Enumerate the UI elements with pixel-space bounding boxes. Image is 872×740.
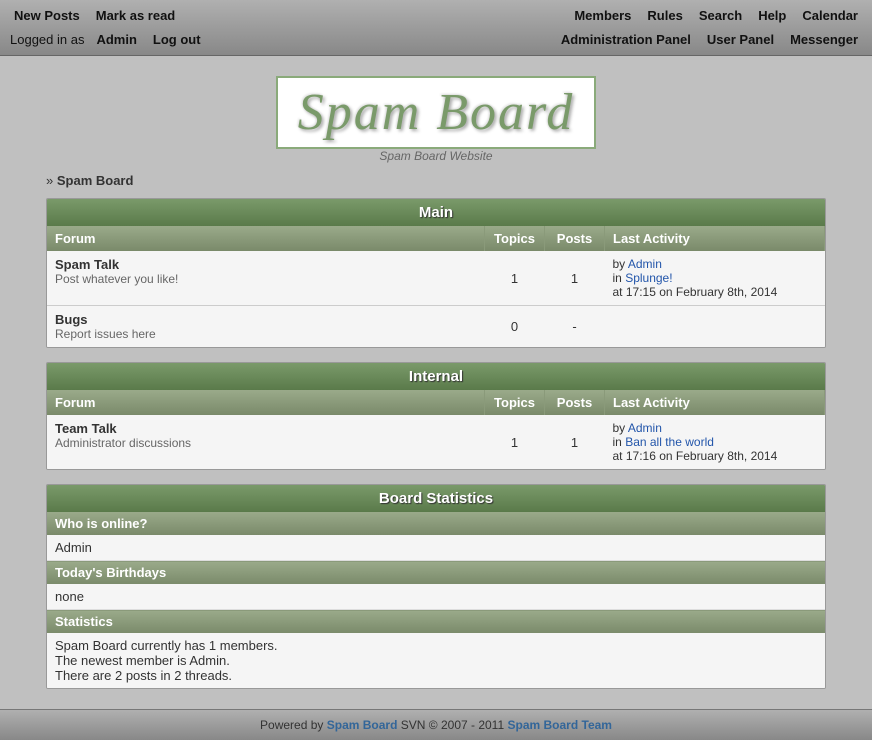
search-link[interactable]: Search xyxy=(695,6,746,25)
new-posts-link[interactable]: New Posts xyxy=(10,6,84,25)
logo-area: Spam Board Spam Board Website xyxy=(46,76,826,163)
col-posts: Posts xyxy=(545,226,605,251)
posts-count: 1 xyxy=(545,415,605,469)
online-label-row: Who is online? xyxy=(47,512,825,535)
statistics-value: Spam Board currently has 1 members. The … xyxy=(47,633,825,688)
rules-link[interactable]: Rules xyxy=(643,6,686,25)
breadcrumb: » Spam Board xyxy=(46,173,826,188)
online-value-row: Admin xyxy=(47,535,825,561)
nav-row-right-2: Administration Panel User Panel Messenge… xyxy=(557,30,862,49)
board-statistics-section: Board Statistics Who is online? Admin To… xyxy=(46,484,826,689)
last-activity-cell: by Admin in Splunge! at 17:15 on Februar… xyxy=(605,251,825,306)
admin-panel-link[interactable]: Administration Panel xyxy=(557,30,695,49)
activity-user-link[interactable]: Admin xyxy=(628,257,662,271)
forum-desc: Report issues here xyxy=(55,327,477,341)
members-link[interactable]: Members xyxy=(570,6,635,25)
col-forum: Forum xyxy=(47,390,485,415)
main-section-header: Main xyxy=(47,199,825,226)
username-link[interactable]: Admin xyxy=(92,30,140,49)
internal-section: Internal Forum Topics Posts Last Activit… xyxy=(46,362,826,470)
stats-line-2: The newest member is Admin. xyxy=(55,653,230,668)
table-header-row: Forum Topics Posts Last Activity xyxy=(47,390,825,415)
mark-as-read-link[interactable]: Mark as read xyxy=(92,6,180,25)
statistics-label: Statistics xyxy=(47,610,825,634)
forum-name: Spam Talk xyxy=(55,257,477,272)
topics-count: 1 xyxy=(485,251,545,306)
help-link[interactable]: Help xyxy=(754,6,790,25)
forum-desc: Administrator discussions xyxy=(55,436,477,450)
footer-powered-by: Powered by xyxy=(260,718,323,732)
last-activity-cell xyxy=(605,306,825,348)
table-row: Spam Talk Post whatever you like! 1 1 by… xyxy=(47,251,825,306)
topics-count: 0 xyxy=(485,306,545,348)
col-topics: Topics xyxy=(485,226,545,251)
forum-name: Team Talk xyxy=(55,421,477,436)
statistics-value-row: Spam Board currently has 1 members. The … xyxy=(47,633,825,688)
activity-thread-link[interactable]: Ban all the world xyxy=(625,435,714,449)
col-forum: Forum xyxy=(47,226,485,251)
col-posts: Posts xyxy=(545,390,605,415)
forum-info-cell: Bugs Report issues here xyxy=(47,306,485,348)
user-panel-link[interactable]: User Panel xyxy=(703,30,778,49)
birthdays-label: Today's Birthdays xyxy=(47,561,825,585)
table-row: Bugs Report issues here 0 - xyxy=(47,306,825,348)
logout-link[interactable]: Log out xyxy=(149,30,205,49)
footer: Powered by Spam Board SVN © 2007 - 2011 … xyxy=(0,709,872,740)
nav-row-right-1: Members Rules Search Help Calendar xyxy=(570,6,862,25)
forum-name: Bugs xyxy=(55,312,477,327)
stats-line-3: There are 2 posts in 2 threads. xyxy=(55,668,232,683)
calendar-link[interactable]: Calendar xyxy=(798,6,862,25)
table-header-row: Forum Topics Posts Last Activity xyxy=(47,226,825,251)
col-activity: Last Activity xyxy=(605,226,825,251)
birthdays-label-row: Today's Birthdays xyxy=(47,561,825,585)
logged-in-text: Logged in as xyxy=(10,32,84,47)
activity-text: by Admin in Ban all the world at 17:16 o… xyxy=(613,421,817,463)
topics-count: 1 xyxy=(485,415,545,469)
breadcrumb-prefix: » xyxy=(46,173,53,188)
board-statistics-header: Board Statistics xyxy=(47,485,825,512)
main-wrapper: Spam Board Spam Board Website » Spam Boa… xyxy=(36,76,836,689)
footer-svn-text: SVN © 2007 - 2011 xyxy=(401,718,504,732)
nav-right: Members Rules Search Help Calendar Admin… xyxy=(547,0,872,55)
nav-row-2: Logged in as Admin Log out xyxy=(10,30,205,49)
col-topics: Topics xyxy=(485,390,545,415)
main-section: Main Forum Topics Posts Last Activity Sp… xyxy=(46,198,826,348)
activity-thread-link[interactable]: Splunge! xyxy=(625,271,672,285)
posts-count: - xyxy=(545,306,605,348)
messenger-link[interactable]: Messenger xyxy=(786,30,862,49)
birthdays-value-row: none xyxy=(47,584,825,610)
forum-info-cell: Team Talk Administrator discussions xyxy=(47,415,485,469)
stats-line-1: Spam Board currently has 1 members. xyxy=(55,638,278,653)
birthdays-value: none xyxy=(47,584,825,610)
posts-count: 1 xyxy=(545,251,605,306)
last-activity-cell: by Admin in Ban all the world at 17:16 o… xyxy=(605,415,825,469)
nav-left: New Posts Mark as read Logged in as Admi… xyxy=(0,0,215,55)
activity-text: by Admin in Splunge! at 17:15 on Februar… xyxy=(613,257,817,299)
online-value: Admin xyxy=(47,535,825,561)
statistics-label-row: Statistics xyxy=(47,610,825,634)
col-activity: Last Activity xyxy=(605,390,825,415)
forum-info-cell: Spam Talk Post whatever you like! xyxy=(47,251,485,306)
internal-section-header: Internal xyxy=(47,363,825,390)
logo-subtitle: Spam Board Website xyxy=(46,149,826,163)
footer-app-link[interactable]: Spam Board xyxy=(327,718,398,732)
activity-user-link[interactable]: Admin xyxy=(628,421,662,435)
nav-row-1: New Posts Mark as read xyxy=(10,6,205,25)
footer-team-link[interactable]: Spam Board Team xyxy=(507,718,611,732)
forum-desc: Post whatever you like! xyxy=(55,272,477,286)
main-forum-table: Forum Topics Posts Last Activity Spam Ta… xyxy=(47,226,825,347)
top-navigation: New Posts Mark as read Logged in as Admi… xyxy=(0,0,872,56)
internal-forum-table: Forum Topics Posts Last Activity Team Ta… xyxy=(47,390,825,469)
logo-title: Spam Board xyxy=(276,76,597,149)
stats-table: Who is online? Admin Today's Birthdays n… xyxy=(47,512,825,688)
breadcrumb-link[interactable]: Spam Board xyxy=(57,173,134,188)
online-label: Who is online? xyxy=(47,512,825,535)
table-row: Team Talk Administrator discussions 1 1 … xyxy=(47,415,825,469)
